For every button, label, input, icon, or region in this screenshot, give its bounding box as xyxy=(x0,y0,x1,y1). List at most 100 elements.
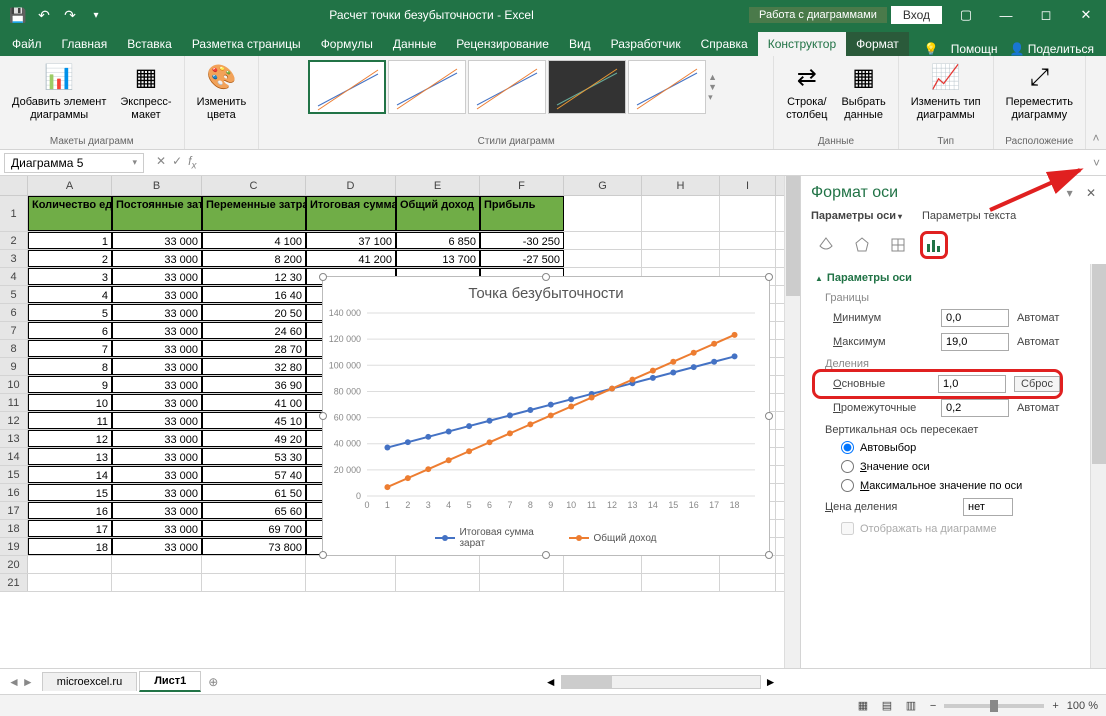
col-header[interactable]: B xyxy=(112,176,202,195)
sheet-nav-prev-icon[interactable]: ◄ xyxy=(8,675,20,689)
effects-icon[interactable] xyxy=(851,234,873,256)
move-chart-button[interactable]: ⤢ Переместить диаграмму xyxy=(1002,60,1077,124)
display-units-input[interactable] xyxy=(963,498,1013,516)
change-colors-button[interactable]: 🎨 Изменить цвета xyxy=(193,60,251,124)
help-label[interactable]: Помощн xyxy=(951,42,998,56)
pagebreak-view-icon[interactable]: ▥ xyxy=(900,697,922,715)
qat-more-icon[interactable]: ▾ xyxy=(84,3,108,27)
svg-text:3: 3 xyxy=(426,500,431,510)
chart-legend[interactable]: Итоговая сумма зарат Общий доход xyxy=(323,527,769,549)
axis-params-section[interactable]: Параметры оси xyxy=(815,268,1090,288)
chart-style-5[interactable] xyxy=(628,60,706,114)
gallery-more-icon[interactable]: ▾ xyxy=(708,92,724,103)
minor-input[interactable] xyxy=(941,399,1009,417)
svg-text:10: 10 xyxy=(566,500,576,510)
login-button[interactable]: Вход xyxy=(891,6,942,24)
tab-review[interactable]: Рецензирование xyxy=(446,32,559,56)
cross-auto-radio[interactable] xyxy=(841,441,854,454)
switch-row-col-button[interactable]: ⇄ Строка/ столбец xyxy=(782,60,831,124)
cross-value-radio[interactable] xyxy=(841,460,854,473)
pane-options-icon[interactable]: ▾ xyxy=(1067,186,1073,200)
zoom-level[interactable]: 100 % xyxy=(1067,700,1098,712)
sheet-tab[interactable]: microexcel.ru xyxy=(42,672,137,691)
save-icon[interactable]: 💾 xyxy=(6,3,30,27)
maximize-icon[interactable]: ◻ xyxy=(1026,0,1066,30)
undo-icon[interactable]: ↶ xyxy=(32,3,56,27)
sheet-tab[interactable]: Лист1 xyxy=(139,671,201,692)
tab-pagelayout[interactable]: Разметка страницы xyxy=(182,32,311,56)
col-header[interactable]: G xyxy=(564,176,642,195)
gallery-down-icon[interactable]: ▼ xyxy=(708,82,724,92)
zoom-in-icon[interactable]: + xyxy=(1052,700,1058,712)
collapse-ribbon-icon[interactable]: ˄ xyxy=(1092,131,1099,145)
close-icon[interactable]: ✕ xyxy=(1066,0,1106,30)
svg-text:8: 8 xyxy=(528,500,533,510)
major-reset-button[interactable]: Сброс xyxy=(1014,376,1060,392)
redo-icon[interactable]: ↷ xyxy=(58,3,82,27)
add-chart-element-button[interactable]: 📊 Добавить элемент диаграммы xyxy=(8,60,110,124)
tab-file[interactable]: Файл xyxy=(2,32,52,56)
vertical-scrollbar[interactable] xyxy=(784,176,800,668)
chart-style-1[interactable] xyxy=(308,60,386,114)
tab-insert[interactable]: Вставка xyxy=(117,32,182,56)
select-data-button[interactable]: ▦ Выбрать данные xyxy=(837,60,889,124)
zoom-out-icon[interactable]: − xyxy=(930,700,936,712)
ribbon-display-icon[interactable]: ▢ xyxy=(946,0,986,30)
tab-view[interactable]: Вид xyxy=(559,32,601,56)
formula-input[interactable] xyxy=(204,161,1087,165)
expand-formula-icon[interactable]: ˅ xyxy=(1087,156,1106,170)
pane-close-icon[interactable]: ✕ xyxy=(1086,186,1096,200)
text-options-tab[interactable]: Параметры текста xyxy=(922,210,1016,222)
change-type-icon: 📈 xyxy=(930,62,962,94)
tab-design[interactable]: Конструктор xyxy=(758,32,846,56)
pagelayout-view-icon[interactable]: ▤ xyxy=(876,697,898,715)
size-props-icon[interactable] xyxy=(887,234,909,256)
col-header[interactable]: E xyxy=(396,176,480,195)
chart-title[interactable]: Точка безубыточности xyxy=(323,277,769,306)
col-header[interactable]: A xyxy=(28,176,112,195)
minimize-icon[interactable]: — xyxy=(986,0,1026,30)
pane-scrollbar[interactable] xyxy=(1090,264,1106,668)
fill-line-icon[interactable] xyxy=(815,234,837,256)
col-header[interactable]: H xyxy=(642,176,720,195)
tab-home[interactable]: Главная xyxy=(52,32,118,56)
tell-me-icon[interactable]: 💡 xyxy=(924,42,939,56)
col-header[interactable]: C xyxy=(202,176,306,195)
chart-object[interactable]: Точка безубыточности 020 00040 00060 000… xyxy=(322,276,770,556)
chart-style-4[interactable] xyxy=(548,60,626,114)
tab-help[interactable]: Справка xyxy=(691,32,758,56)
col-header[interactable]: I xyxy=(720,176,776,195)
horizontal-scrollbar[interactable]: ◄► xyxy=(223,675,1098,689)
normal-view-icon[interactable]: ▦ xyxy=(852,697,874,715)
select-all[interactable] xyxy=(0,176,28,195)
enter-formula-icon[interactable]: ✓ xyxy=(172,154,182,171)
col-header[interactable]: D xyxy=(306,176,396,195)
cancel-formula-icon[interactable]: ✕ xyxy=(156,154,166,171)
share-button[interactable]: 👤 Поделиться xyxy=(1009,42,1094,56)
tab-formulas[interactable]: Формулы xyxy=(311,32,383,56)
svg-text:6: 6 xyxy=(487,500,492,510)
chart-plot-area[interactable]: 020 00040 00060 00080 000100 000120 0001… xyxy=(367,313,755,496)
major-input[interactable] xyxy=(938,375,1006,393)
min-input[interactable] xyxy=(941,309,1009,327)
chart-styles-gallery[interactable]: ▲ ▼ ▾ xyxy=(308,60,724,114)
fx-icon[interactable]: fx xyxy=(188,154,196,171)
name-box[interactable]: Диаграмма 5▾ xyxy=(4,153,144,173)
tab-format[interactable]: Формат xyxy=(846,32,909,56)
col-header[interactable]: F xyxy=(480,176,564,195)
zoom-slider[interactable] xyxy=(944,704,1044,708)
max-input[interactable] xyxy=(941,333,1009,351)
worksheet-grid[interactable]: A B C D E F G H I 1Количество ед. товара… xyxy=(0,176,784,668)
chart-style-2[interactable] xyxy=(388,60,466,114)
change-chart-type-button[interactable]: 📈 Изменить тип диаграммы xyxy=(907,60,985,124)
axis-options-icon[interactable] xyxy=(923,234,945,256)
quick-layout-button[interactable]: ▦ Экспресс- макет xyxy=(116,60,175,124)
gallery-up-icon[interactable]: ▲ xyxy=(708,72,724,82)
tab-developer[interactable]: Разработчик xyxy=(601,32,691,56)
chart-style-3[interactable] xyxy=(468,60,546,114)
cross-max-radio[interactable] xyxy=(841,479,854,492)
sheet-nav-next-icon[interactable]: ► xyxy=(22,675,34,689)
axis-options-tab[interactable]: Параметры оси ▾ xyxy=(811,210,902,222)
tab-data[interactable]: Данные xyxy=(383,32,446,56)
add-sheet-icon[interactable]: ⊕ xyxy=(203,675,223,689)
